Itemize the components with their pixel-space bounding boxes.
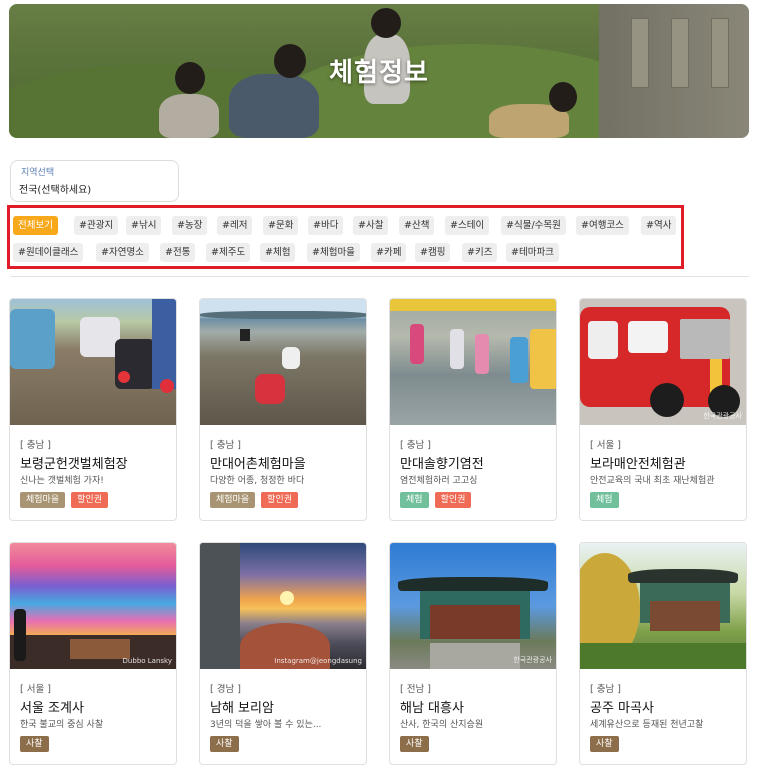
tag-item[interactable]: #키즈	[462, 243, 498, 262]
divider	[10, 276, 749, 277]
experience-card[interactable]: Dubbo Lansky [ 서울 ] 서울 조계사 한국 불교의 중심 사찰 …	[9, 542, 177, 765]
tag-item[interactable]: #스테이	[445, 216, 490, 235]
tag-filter: 전체보기 #관광지 #낚시 #농장 #레저 #문화 #바다 #사찰 #산책 #스…	[7, 205, 684, 269]
card-image	[10, 299, 176, 425]
card-image: 한국관광공사	[580, 299, 746, 425]
badge-temple: 사찰	[590, 736, 619, 752]
card-description: 3년의 덕을 쌓아 볼 수 있는...	[210, 720, 322, 730]
card-region: [ 전남 ]	[400, 684, 431, 695]
card-region: [ 서울 ]	[590, 440, 621, 451]
card-description: 염전체험하러 고고싱	[400, 476, 478, 486]
experience-card[interactable]: Instagram@jeongdasung [ 경남 ] 남해 보리암 3년의 …	[199, 542, 367, 765]
tag-item[interactable]: #역사	[641, 216, 677, 235]
card-title: 해남 대흥사	[400, 701, 464, 716]
experience-card[interactable]: 한국관광공사 [ 서울 ] 보라매안전체험관 안전교육의 국내 최초 재난체험관…	[579, 298, 747, 521]
badge-experience: 체험	[400, 492, 429, 508]
card-title: 보라매안전체험관	[590, 457, 686, 472]
image-watermark: 한국관광공사	[703, 412, 742, 420]
tag-item[interactable]: #식물/수목원	[501, 216, 566, 235]
tag-all[interactable]: 전체보기	[13, 216, 58, 235]
card-description: 안전교육의 국내 최초 재난체험관	[590, 476, 715, 486]
badge-village: 체험마을	[20, 492, 66, 508]
badge-discount: 할인권	[71, 492, 108, 508]
tag-item[interactable]: #사찰	[353, 216, 389, 235]
tag-item[interactable]: #농장	[172, 216, 208, 235]
badge-temple: 사찰	[400, 736, 429, 752]
card-region: [ 경남 ]	[210, 684, 241, 695]
card-region: [ 충남 ]	[210, 440, 241, 451]
experience-card[interactable]: [ 충남 ] 보령군헌갯벌체험장 신나는 갯벌체험 가자! 체험마을 할인권	[9, 298, 177, 521]
card-description: 산사, 한국의 산지승원	[400, 720, 484, 730]
card-title: 남해 보리암	[210, 701, 274, 716]
card-image	[200, 299, 366, 425]
tag-item[interactable]: #체험	[260, 243, 296, 262]
hero-banner: 체험정보	[9, 4, 749, 138]
image-watermark: Dubbo Lansky	[122, 657, 172, 665]
tag-item[interactable]: #카페	[371, 243, 407, 262]
region-select-label: 지역선택	[21, 168, 55, 178]
card-image	[580, 543, 746, 669]
card-description: 세계유산으로 등재된 천년고찰	[590, 720, 704, 730]
tag-item[interactable]: #캠핑	[415, 243, 451, 262]
region-select[interactable]: 지역선택 전국(선택하세요)	[10, 160, 179, 202]
card-image: Instagram@jeongdasung	[200, 543, 366, 669]
tag-item[interactable]: #문화	[263, 216, 299, 235]
card-title: 보령군헌갯벌체험장	[20, 457, 128, 472]
tag-item[interactable]: #여행코스	[576, 216, 629, 235]
region-select-value: 전국(선택하세요)	[19, 185, 92, 196]
card-region: [ 서울 ]	[20, 684, 51, 695]
card-region: [ 충남 ]	[590, 684, 621, 695]
badge-village: 체험마을	[210, 492, 256, 508]
experience-card[interactable]: [ 충남 ] 만대솔향기염전 염전체험하러 고고싱 체험 할인권	[389, 298, 557, 521]
tag-item[interactable]: #산책	[399, 216, 435, 235]
card-image: Dubbo Lansky	[10, 543, 176, 669]
card-title: 만대솔향기염전	[400, 457, 484, 472]
tag-item[interactable]: #자연명소	[96, 243, 149, 262]
tag-item[interactable]: #낚시	[126, 216, 162, 235]
image-watermark: Instagram@jeongdasung	[274, 657, 362, 665]
badge-temple: 사찰	[210, 736, 239, 752]
tag-item[interactable]: #원데이클래스	[13, 243, 84, 262]
tag-item[interactable]: #전통	[160, 243, 196, 262]
badge-discount: 할인권	[261, 492, 298, 508]
tag-item[interactable]: #레저	[217, 216, 253, 235]
page-title: 체험정보	[329, 58, 429, 88]
experience-card[interactable]: 한국관광공사 [ 전남 ] 해남 대흥사 산사, 한국의 산지승원 사찰	[389, 542, 557, 765]
tag-item[interactable]: #관광지	[74, 216, 119, 235]
card-description: 한국 불교의 중심 사찰	[20, 720, 104, 730]
card-region: [ 충남 ]	[20, 440, 51, 451]
card-title: 공주 마곡사	[590, 701, 654, 716]
badge-discount: 할인권	[434, 492, 472, 508]
image-watermark: 한국관광공사	[513, 656, 552, 664]
tag-item[interactable]: #제주도	[206, 243, 251, 262]
experience-card[interactable]: [ 충남 ] 만대어촌체험마을 다양한 어종, 청정한 바다 체험마을 할인권	[199, 298, 367, 521]
card-title: 서울 조계사	[20, 701, 84, 716]
experience-card[interactable]: [ 충남 ] 공주 마곡사 세계유산으로 등재된 천년고찰 사찰	[579, 542, 747, 765]
card-region: [ 충남 ]	[400, 440, 431, 451]
badge-experience: 체험	[590, 492, 619, 508]
badge-temple: 사찰	[20, 736, 49, 752]
card-description: 신나는 갯벌체험 가자!	[20, 476, 104, 486]
tag-item[interactable]: #테마파크	[506, 243, 559, 262]
card-image: 한국관광공사	[390, 543, 556, 669]
card-image	[390, 299, 556, 425]
tag-item[interactable]: #바다	[308, 216, 344, 235]
card-title: 만대어촌체험마을	[210, 457, 306, 472]
card-description: 다양한 어종, 청정한 바다	[210, 476, 305, 486]
tag-item[interactable]: #체험마을	[307, 243, 360, 262]
